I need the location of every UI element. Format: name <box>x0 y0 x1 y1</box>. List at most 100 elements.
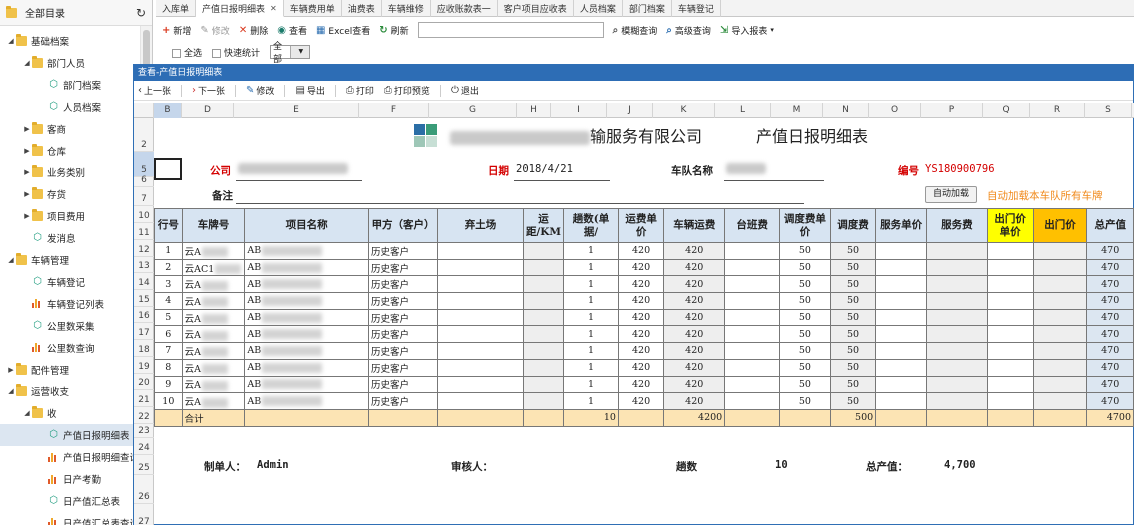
freight-cell[interactable]: 420 <box>663 342 726 360</box>
distance-cell[interactable] <box>522 375 565 394</box>
expanded-arrow-icon[interactable]: ◢ <box>6 387 16 395</box>
dump-site-cell[interactable] <box>437 292 524 310</box>
tab[interactable]: 车辆维修 <box>382 0 431 17</box>
service-fee-cell[interactable] <box>926 308 988 327</box>
view-button[interactable]: ◉ 查看 <box>277 24 307 37</box>
add-button[interactable]: + 新增 <box>162 24 191 37</box>
exit-price-cell[interactable] <box>1032 375 1088 394</box>
exit-unit-cell[interactable] <box>986 242 1034 260</box>
row-number-cell[interactable]: 8 <box>154 358 183 377</box>
total-empty-cell[interactable] <box>875 408 928 427</box>
collapsed-arrow-icon[interactable]: ▶ <box>22 190 32 198</box>
refresh-icon[interactable]: ↻ <box>136 6 146 20</box>
client-cell[interactable]: 历史客户 <box>367 258 439 277</box>
expanded-arrow-icon[interactable]: ◢ <box>22 409 32 417</box>
shift-fee-cell[interactable] <box>724 392 780 410</box>
next-button[interactable]: › 下一张 <box>192 84 225 97</box>
shift-fee-cell[interactable] <box>724 242 780 260</box>
project-cell[interactable]: AB <box>244 342 369 360</box>
exit-unit-cell[interactable] <box>986 308 1034 327</box>
total-freight-cell[interactable]: 4200 <box>663 408 726 427</box>
freight-cell[interactable]: 420 <box>663 308 726 327</box>
exit-unit-cell[interactable] <box>986 358 1034 377</box>
tab[interactable]: 客户项目应收表 <box>498 0 574 17</box>
row-number-cell[interactable]: 5 <box>154 308 183 327</box>
team-value[interactable] <box>726 163 766 177</box>
total-output-cell[interactable]: 470 <box>1086 275 1134 294</box>
freight-unit-cell[interactable]: 420 <box>617 325 665 344</box>
plate-cell[interactable]: 云A <box>181 325 246 344</box>
column-header[interactable]: E <box>234 103 359 118</box>
refresh-button[interactable]: ↻ 刷新 <box>379 24 408 37</box>
shift-fee-cell[interactable] <box>724 308 780 327</box>
export-button[interactable]: ▤ 导出 <box>295 84 324 97</box>
sidebar-item[interactable]: 车辆登记列表 <box>0 293 152 315</box>
distance-cell[interactable] <box>522 292 565 310</box>
sidebar-item[interactable]: ▶ 配件管理 <box>0 359 152 381</box>
exit-unit-cell[interactable] <box>986 325 1034 344</box>
tab[interactable]: 部门档案 <box>623 0 672 17</box>
client-cell[interactable]: 历史客户 <box>367 392 439 410</box>
dispatch-fee-cell[interactable]: 50 <box>829 308 877 327</box>
shift-fee-cell[interactable] <box>724 258 780 277</box>
project-cell[interactable]: AB <box>244 375 369 394</box>
dispatch-fee-cell[interactable]: 50 <box>829 375 877 394</box>
remark-field[interactable] <box>236 203 804 204</box>
client-cell[interactable]: 历史客户 <box>367 375 439 394</box>
distance-cell[interactable] <box>522 342 565 360</box>
dispatch-unit-cell[interactable]: 50 <box>778 258 831 277</box>
excel-button[interactable]: ▦ Excel查看 <box>316 24 370 37</box>
service-fee-cell[interactable] <box>926 325 988 344</box>
total-output-cell[interactable]: 470 <box>1086 358 1134 377</box>
total-empty-cell[interactable] <box>986 408 1034 427</box>
dispatch-fee-cell[interactable]: 50 <box>829 392 877 410</box>
project-cell[interactable]: AB <box>244 292 369 310</box>
expanded-arrow-icon[interactable]: ◢ <box>22 59 32 67</box>
column-header[interactable]: S <box>1085 103 1132 118</box>
row-number-cell[interactable]: 4 <box>154 292 183 310</box>
freight-unit-cell[interactable]: 420 <box>617 308 665 327</box>
service-unit-cell[interactable] <box>875 292 928 310</box>
freight-unit-cell[interactable]: 420 <box>617 292 665 310</box>
row-number-cell[interactable]: 1 <box>154 242 183 260</box>
total-trips-cell[interactable]: 10 <box>563 408 619 427</box>
dispatch-fee-cell[interactable]: 50 <box>829 242 877 260</box>
exit-unit-cell[interactable] <box>986 258 1034 277</box>
freight-cell[interactable]: 420 <box>663 258 726 277</box>
total-empty-cell[interactable] <box>778 408 831 427</box>
shift-fee-cell[interactable] <box>724 292 780 310</box>
exit-unit-cell[interactable] <box>986 342 1034 360</box>
total-empty-cell[interactable] <box>522 408 565 427</box>
search-input[interactable] <box>417 22 604 38</box>
trips-cell[interactable]: 1 <box>563 392 619 410</box>
trips-cell[interactable]: 1 <box>563 325 619 344</box>
import-report-button[interactable]: ⇲ 导入报表 ▾ <box>720 24 774 37</box>
auto-load-button[interactable]: 自动加载 <box>925 186 977 203</box>
row-header[interactable]: 15 <box>134 290 154 307</box>
freight-unit-cell[interactable]: 420 <box>617 342 665 360</box>
exit-price-cell[interactable] <box>1032 308 1088 327</box>
column-header[interactable]: F <box>359 103 429 118</box>
dispatch-unit-cell[interactable]: 50 <box>778 292 831 310</box>
client-cell[interactable]: 历史客户 <box>367 308 439 327</box>
collapsed-arrow-icon[interactable]: ▶ <box>22 147 32 155</box>
column-header[interactable]: H <box>517 103 551 118</box>
project-cell[interactable]: AB <box>244 275 369 294</box>
column-header[interactable]: Q <box>983 103 1030 118</box>
dispatch-fee-cell[interactable]: 50 <box>829 342 877 360</box>
exit-price-cell[interactable] <box>1032 258 1088 277</box>
column-header[interactable]: D <box>182 103 234 118</box>
sidebar-item[interactable]: ⬡ 日产值汇总表 <box>0 490 152 512</box>
prev-button[interactable]: ‹ 上一张 <box>138 84 171 97</box>
dialog-edit-button[interactable]: ✎ 修改 <box>246 84 274 97</box>
row-header[interactable]: 16 <box>134 307 154 324</box>
dispatch-unit-cell[interactable]: 50 <box>778 275 831 294</box>
plate-cell[interactable]: 云AC1 <box>181 258 246 277</box>
exit-price-cell[interactable] <box>1032 325 1088 344</box>
dump-site-cell[interactable] <box>437 342 524 360</box>
client-cell[interactable]: 历史客户 <box>367 358 439 377</box>
client-cell[interactable]: 历史客户 <box>367 275 439 294</box>
total-output-cell[interactable]: 470 <box>1086 308 1134 327</box>
service-fee-cell[interactable] <box>926 392 988 410</box>
dispatch-unit-cell[interactable]: 50 <box>778 392 831 410</box>
